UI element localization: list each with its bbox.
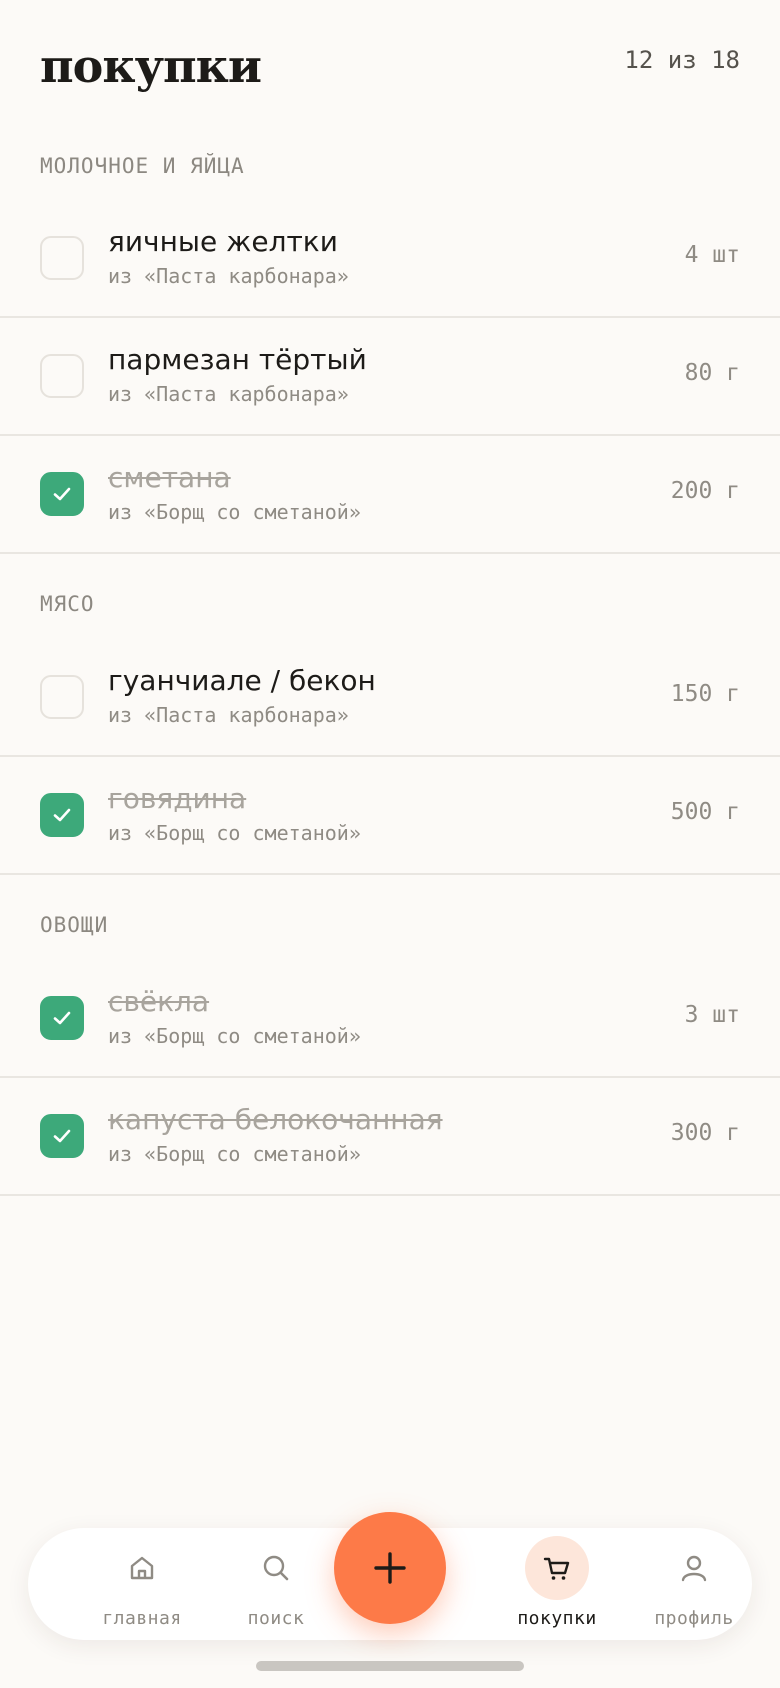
section-title: МЯСО bbox=[40, 592, 95, 616]
item-source: из «Паста карбонара» bbox=[108, 703, 349, 727]
checkmark-icon bbox=[53, 1011, 71, 1025]
item-quantity: 150 г bbox=[670, 681, 740, 707]
checkbox[interactable] bbox=[40, 675, 84, 719]
profile-icon bbox=[681, 1555, 707, 1582]
header: покупки 12 из 18 bbox=[40, 36, 740, 96]
nav-item-profile[interactable]: профиль bbox=[634, 1528, 754, 1640]
checkbox[interactable] bbox=[40, 472, 84, 516]
add-button[interactable] bbox=[334, 1512, 446, 1624]
item-quantity: 200 г bbox=[670, 478, 740, 504]
checkbox[interactable] bbox=[40, 996, 84, 1040]
checkmark-icon bbox=[53, 808, 71, 822]
nav-label: покупки bbox=[517, 1608, 597, 1629]
home-indicator bbox=[256, 1661, 524, 1671]
item-name: говядина bbox=[108, 782, 247, 815]
checkmark-icon bbox=[53, 487, 71, 501]
checkbox[interactable] bbox=[40, 1114, 84, 1158]
list-item[interactable]: сметана из «Борщ со сметаной» 200 г bbox=[0, 436, 780, 554]
list-item[interactable]: свёкла из «Борщ со сметаной» 3 шт bbox=[0, 960, 780, 1078]
item-name: яичные желтки bbox=[108, 225, 338, 258]
list-item[interactable]: гуанчиале / бекон из «Паста карбонара» 1… bbox=[0, 639, 780, 757]
item-quantity: 300 г bbox=[670, 1120, 740, 1146]
page-title: покупки bbox=[40, 39, 262, 93]
nav-item-shopping[interactable]: покупки bbox=[497, 1528, 617, 1640]
nav-label: поиск bbox=[247, 1608, 305, 1629]
item-name: гуанчиале / бекон bbox=[108, 664, 376, 697]
search-icon bbox=[263, 1555, 289, 1581]
home-icon bbox=[130, 1556, 154, 1580]
checkbox[interactable] bbox=[40, 793, 84, 837]
item-source: из «Борщ со сметаной» bbox=[108, 821, 361, 845]
item-source: из «Паста карбонара» bbox=[108, 264, 349, 288]
item-source: из «Борщ со сметаной» bbox=[108, 500, 361, 524]
list-item[interactable]: говядина из «Борщ со сметаной» 500 г bbox=[0, 757, 780, 875]
item-name: сметана bbox=[108, 461, 231, 494]
nav-label: профиль bbox=[654, 1608, 734, 1629]
item-quantity: 500 г bbox=[670, 799, 740, 825]
plus-icon bbox=[374, 1552, 406, 1584]
nav-item-home[interactable]: главная bbox=[82, 1528, 202, 1640]
item-source: из «Борщ со сметаной» bbox=[108, 1024, 361, 1048]
section-title: МОЛОЧНОЕ И ЯЙЦА bbox=[40, 154, 245, 178]
list-item[interactable]: пармезан тёртый из «Паста карбонара» 80 … bbox=[0, 318, 780, 436]
progress-count: 12 из 18 bbox=[624, 46, 740, 74]
checkbox[interactable] bbox=[40, 354, 84, 398]
shopping-list: МОЛОЧНОЕ И ЯЙЦА яичные желтки из «Паста … bbox=[0, 140, 780, 1196]
item-name: капуста белокочанная bbox=[108, 1103, 443, 1136]
item-name: пармезан тёртый bbox=[108, 343, 367, 376]
item-source: из «Борщ со сметаной» bbox=[108, 1142, 361, 1166]
shopping-list-screen: покупки 12 из 18 МОЛОЧНОЕ И ЯЙЦА яичные … bbox=[0, 0, 780, 1688]
nav-label: главная bbox=[102, 1608, 182, 1629]
cart-icon bbox=[543, 1557, 570, 1580]
section-title: ОВОЩИ bbox=[40, 913, 109, 937]
item-quantity: 4 шт bbox=[684, 242, 740, 268]
item-source: из «Паста карбонара» bbox=[108, 382, 349, 406]
nav-item-search[interactable]: поиск bbox=[216, 1528, 336, 1640]
item-name: свёкла bbox=[108, 985, 210, 1018]
item-quantity: 3 шт bbox=[684, 1002, 740, 1028]
list-item[interactable]: капуста белокочанная из «Борщ со сметано… bbox=[0, 1078, 780, 1196]
item-quantity: 80 г bbox=[684, 360, 740, 386]
checkmark-icon bbox=[53, 1129, 71, 1143]
list-item[interactable]: яичные желтки из «Паста карбонара» 4 шт bbox=[0, 200, 780, 318]
checkbox[interactable] bbox=[40, 236, 84, 280]
